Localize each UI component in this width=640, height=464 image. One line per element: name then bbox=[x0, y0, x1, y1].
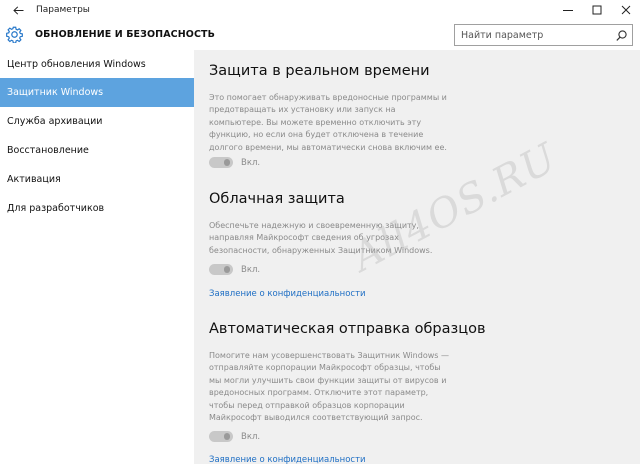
sidebar-item-activation[interactable]: Активация bbox=[0, 165, 194, 194]
cloud-protection-toggle[interactable] bbox=[209, 264, 233, 275]
search-icon[interactable] bbox=[611, 25, 631, 45]
sample-privacy-statement-link[interactable]: Заявление о конфиденциальности bbox=[209, 455, 366, 464]
realtime-protection-description: Это помогает обнаруживать вредоносные пр… bbox=[209, 93, 447, 152]
cloud-protection-description: Обеспечьте надежную и своевременную защи… bbox=[209, 221, 433, 255]
realtime-protection-title: Защита в реальном времени bbox=[209, 63, 430, 79]
sample-submission-toggle-label: Вкл. bbox=[241, 431, 261, 442]
minimize-icon[interactable] bbox=[553, 0, 582, 20]
sidebar-item-windows-defender[interactable]: Защитник Windows bbox=[0, 78, 194, 107]
realtime-protection-toggle-row: Вкл. bbox=[209, 157, 260, 168]
settings-content: Защита в реальном времени Это помогает о… bbox=[194, 50, 640, 464]
sample-submission-description: Помогите нам усовершенствовать Защитник … bbox=[209, 351, 449, 423]
maximize-icon[interactable] bbox=[582, 0, 611, 20]
page-title: ОБНОВЛЕНИЕ И БЕЗОПАСНОСТЬ bbox=[35, 29, 215, 40]
sidebar-item-for-developers[interactable]: Для разработчиков bbox=[0, 194, 194, 223]
search-box[interactable] bbox=[454, 24, 633, 46]
realtime-protection-toggle[interactable] bbox=[209, 157, 233, 168]
title-bar: Параметры bbox=[0, 0, 640, 20]
search-input[interactable] bbox=[455, 29, 611, 41]
sidebar-item-backup[interactable]: Служба архивации bbox=[0, 107, 194, 136]
sample-submission-title: Автоматическая отправка образцов bbox=[209, 321, 486, 337]
window-title: Параметры bbox=[36, 5, 90, 15]
sample-submission-toggle[interactable] bbox=[209, 431, 233, 442]
cloud-protection-toggle-row: Вкл. bbox=[209, 264, 260, 275]
gear-icon bbox=[5, 25, 23, 43]
cloud-protection-toggle-label: Вкл. bbox=[241, 264, 261, 275]
sidebar-item-recovery[interactable]: Восстановление bbox=[0, 136, 194, 165]
sidebar-item-windows-update[interactable]: Центр обновления Windows bbox=[0, 50, 194, 79]
realtime-protection-toggle-label: Вкл. bbox=[241, 157, 261, 168]
sample-submission-toggle-row: Вкл. bbox=[209, 431, 260, 442]
close-icon[interactable] bbox=[611, 0, 640, 20]
cloud-privacy-statement-link[interactable]: Заявление о конфиденциальности bbox=[209, 289, 366, 299]
sidebar: Центр обновления Windows Защитник Window… bbox=[0, 50, 194, 464]
window-controls bbox=[553, 0, 640, 20]
cloud-protection-title: Облачная защита bbox=[209, 191, 345, 207]
back-arrow-icon[interactable] bbox=[0, 0, 36, 20]
